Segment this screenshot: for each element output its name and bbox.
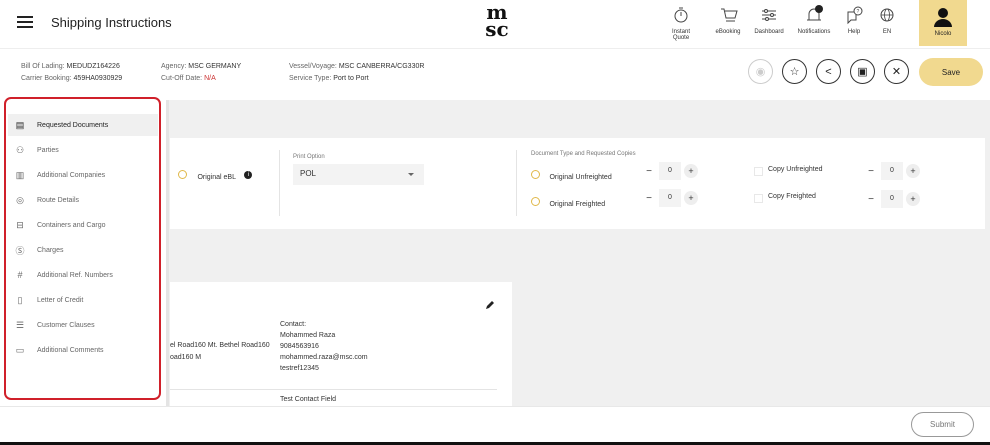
bell-icon — [807, 5, 823, 21]
info-icon[interactable]: i — [244, 170, 253, 179]
decrement-button[interactable]: − — [642, 166, 656, 177]
save-button[interactable]: Save — [919, 58, 983, 86]
close-icon: ✕ — [891, 66, 902, 78]
sidebar-divider — [166, 100, 169, 406]
original-unfreighted-radio[interactable] — [531, 170, 540, 180]
documents-icon: ▤ — [15, 119, 25, 130]
divider — [170, 389, 497, 390]
copy-unfreighted-label: Copy Unfreighted — [768, 166, 823, 173]
cart-icon — [721, 8, 738, 22]
submit-button[interactable]: Submit — [911, 412, 974, 437]
page-icon: ▯ — [17, 294, 23, 305]
party-address: el Road160 Mt. Bethel Road160 oad160 M — [170, 342, 270, 361]
bottom-action-bar — [0, 406, 990, 442]
shipment-info-bar: Bill Of Lading: MEDUDZ164226 Carrier Boo… — [0, 48, 990, 100]
sidebar-item-containers-and-cargo[interactable]: ⊟ Containers and Cargo — [8, 214, 158, 236]
print-option-select[interactable]: POL — [293, 164, 424, 185]
svg-text:?: ? — [857, 9, 860, 15]
sidebar-item-parties[interactable]: ⚇ Parties — [8, 139, 158, 161]
eye-icon: ◉ — [755, 66, 766, 78]
original-ebl-radio[interactable] — [178, 170, 187, 180]
sidebar-item-additional-ref-numbers[interactable]: # Additional Ref. Numbers — [8, 264, 158, 286]
increment-button[interactable]: + — [684, 164, 698, 178]
divider — [279, 150, 280, 216]
clauses-icon: ☰ — [15, 319, 25, 330]
agency-info: Agency: MSC GERMANY Cut-Off Date: N/A — [161, 63, 242, 82]
test-contact-field: Test Contact Field — [280, 396, 337, 403]
preview-button[interactable]: ◉ — [748, 59, 773, 84]
bl-info: Bill Of Lading: MEDUDZ164226 Carrier Boo… — [21, 63, 123, 82]
document-icon: ▣ — [857, 66, 868, 78]
increment-button[interactable]: + — [684, 191, 698, 205]
sidebar-item-letter-of-credit[interactable]: ▯ Letter of Credit — [8, 289, 158, 311]
party-contact: Contact: Mohammed Raza 9084563916 mohamm… — [280, 321, 368, 372]
user-icon — [934, 8, 952, 27]
stopwatch-icon — [674, 7, 688, 23]
vessel-info: Vessel/Voyage: MSC CANBERRA/CG330R Servi… — [289, 63, 425, 82]
decrement-button[interactable]: − — [864, 194, 878, 205]
divider — [516, 150, 517, 216]
sidebar-item-additional-comments[interactable]: ▭ Additional Comments — [8, 339, 158, 361]
decrement-button[interactable]: − — [642, 193, 656, 204]
copy-freighted-checkbox[interactable] — [754, 194, 763, 203]
star-icon: ☆ — [789, 66, 800, 78]
sidebar-item-customer-clauses[interactable]: ☰ Customer Clauses — [8, 314, 158, 336]
copy-unfreighted-stepper[interactable]: − 0 + — [864, 162, 920, 180]
container-icon: ⊟ — [16, 219, 24, 230]
dollar-icon: Ⓢ — [15, 245, 25, 256]
sidebar-item-requested-documents[interactable]: ▤ Requested Documents — [8, 114, 158, 136]
building-icon: ▥ — [15, 169, 25, 180]
top-bar: Shipping Instructions m sc Instant Quote… — [0, 0, 990, 48]
help-chat-icon: ? — [847, 6, 863, 25]
nav-dashboard[interactable]: Dashboard — [752, 4, 786, 35]
page-title: Shipping Instructions — [51, 15, 172, 30]
print-option-label: Print Option — [293, 154, 325, 160]
share-button[interactable]: < — [816, 59, 841, 84]
original-freighted-stepper[interactable]: − 0 + — [642, 189, 698, 207]
share-icon: < — [825, 65, 832, 78]
increment-button[interactable]: + — [906, 192, 920, 206]
increment-button[interactable]: + — [906, 164, 920, 178]
document-type-label: Document Type and Requested Copies — [531, 151, 636, 157]
favorite-button[interactable]: ☆ — [782, 59, 807, 84]
globe-icon — [880, 8, 894, 22]
original-unfreighted-stepper[interactable]: − 0 + — [642, 162, 698, 180]
original-freighted-radio[interactable] — [531, 197, 540, 207]
sidebar-item-charges[interactable]: Ⓢ Charges — [8, 239, 158, 261]
comment-icon: ▭ — [15, 344, 25, 355]
original-freighted-option[interactable]: Original Freighted — [531, 193, 605, 211]
hash-icon: # — [17, 270, 23, 280]
chevron-down-icon — [408, 173, 414, 176]
sidebar-item-route-details[interactable]: ◎ Route Details — [8, 189, 158, 211]
location-pin-icon: ◎ — [16, 194, 24, 205]
user-menu-button[interactable]: Nicolo — [919, 0, 967, 46]
nav-instant-quote[interactable]: Instant Quote — [665, 4, 697, 41]
pencil-icon — [486, 301, 494, 309]
menu-icon[interactable] — [17, 16, 33, 28]
copy-freighted-stepper[interactable]: − 0 + — [864, 190, 920, 208]
copy-freighted-label: Copy Freighted — [768, 193, 816, 200]
nav-ebooking[interactable]: eBooking — [714, 4, 742, 35]
original-ebl-option[interactable]: Original eBL i — [178, 166, 253, 184]
edit-button[interactable] — [484, 298, 496, 316]
copy-unfreighted-checkbox[interactable] — [754, 167, 763, 176]
nav-notifications[interactable]: Notifications — [794, 4, 834, 35]
original-unfreighted-option[interactable]: Original Unfreighted — [531, 166, 612, 184]
sidebar-item-additional-companies[interactable]: ▥ Additional Companies — [8, 164, 158, 186]
document-button[interactable]: ▣ — [850, 59, 875, 84]
decrement-button[interactable]: − — [864, 166, 878, 177]
close-button[interactable]: ✕ — [884, 59, 909, 84]
nav-help[interactable]: ? Help — [843, 4, 865, 35]
msc-logo[interactable]: m sc — [479, 2, 515, 44]
nav-language[interactable]: EN — [876, 4, 898, 35]
sliders-icon — [762, 9, 776, 21]
people-icon: ⚇ — [15, 144, 25, 155]
